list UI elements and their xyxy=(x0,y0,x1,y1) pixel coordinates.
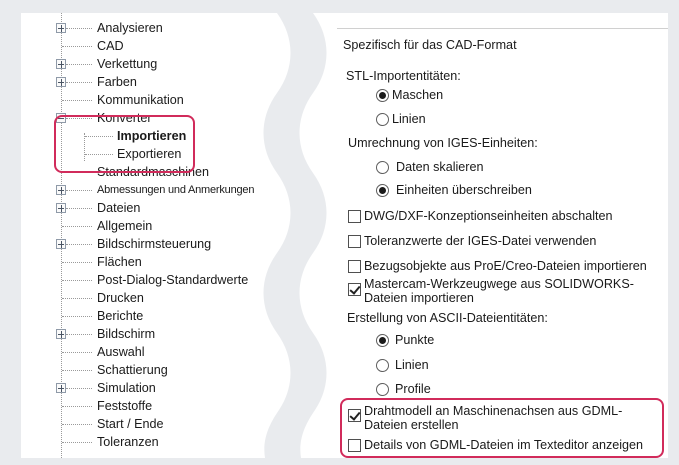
section-title: Spezifisch für das CAD-Format xyxy=(343,38,517,52)
tree-connector xyxy=(66,244,92,245)
tree-item-auswahl[interactable]: Auswahl xyxy=(97,343,145,361)
tree-connector xyxy=(62,370,92,371)
proe-creo-checkbox[interactable] xyxy=(348,260,361,273)
ascii-label: Erstellung von ASCII-Dateientitäten: xyxy=(347,311,548,325)
gdml-drahtmodell-label[interactable]: Drahtmodell an Maschinenachsen aus GDML- xyxy=(364,404,622,419)
expand-abmessungen-icon[interactable] xyxy=(56,185,66,195)
tree-connector xyxy=(66,334,92,335)
tree-item-flaechen[interactable]: Flächen xyxy=(97,253,142,271)
tree-item-drucken[interactable]: Drucken xyxy=(97,289,144,307)
tree-item-analysieren[interactable]: Analysieren xyxy=(97,19,163,37)
tree-item-standardmaschinen[interactable]: Standardmaschinen xyxy=(97,163,209,181)
stl-maschen-radio[interactable] xyxy=(376,89,389,102)
tree-connector xyxy=(62,442,92,443)
tree-connector xyxy=(62,298,92,299)
iges-toleranz-checkbox[interactable] xyxy=(348,235,361,248)
gdml-drahtmodell-label-line2[interactable]: Dateien erstellen xyxy=(364,418,459,433)
iges-daten-skalieren-label[interactable]: Daten skalieren xyxy=(396,160,484,175)
tree-item-importieren[interactable]: Importieren xyxy=(117,127,186,145)
tree-item-schattierung[interactable]: Schattierung xyxy=(97,361,168,379)
tree-item-toleranzen[interactable]: Toleranzen xyxy=(97,433,159,451)
tree-connector xyxy=(85,136,113,137)
tree-connector xyxy=(62,352,92,353)
tree-connector xyxy=(62,172,92,173)
tree-connector xyxy=(85,154,113,155)
tree-item-dateien[interactable]: Dateien xyxy=(97,199,140,217)
tree-item-verkettung[interactable]: Verkettung xyxy=(97,55,157,73)
tree-item-bildschirmsteuerung[interactable]: Bildschirmsteuerung xyxy=(97,235,211,253)
tree-connector xyxy=(66,388,92,389)
ascii-punkte-label[interactable]: Punkte xyxy=(395,333,434,348)
expand-bildschirm-icon[interactable] xyxy=(56,329,66,339)
tree-item-bildschirm[interactable]: Bildschirm xyxy=(97,325,155,343)
tree-item-feststoffe[interactable]: Feststoffe xyxy=(97,397,152,415)
stl-linien-label[interactable]: Linien xyxy=(392,112,426,127)
stl-maschen-label[interactable]: Maschen xyxy=(392,88,443,103)
collapse-konverter-icon[interactable] xyxy=(56,113,66,123)
tree-item-abmessungen[interactable]: Abmessungen und Anmerkungen xyxy=(97,181,254,199)
tree-connector xyxy=(66,64,92,65)
tree-branch-line xyxy=(84,133,85,161)
expand-dateien-icon[interactable] xyxy=(56,203,66,213)
group-border xyxy=(337,28,668,29)
iges-daten-skalieren-radio[interactable] xyxy=(376,161,389,174)
ascii-profile-label[interactable]: Profile xyxy=(395,382,431,397)
tree-item-kommunikation[interactable]: Kommunikation xyxy=(97,91,184,109)
expand-analysieren-icon[interactable] xyxy=(56,23,66,33)
iges-einheiten-radio[interactable] xyxy=(376,184,389,197)
tree-item-berichte[interactable]: Berichte xyxy=(97,307,143,325)
tree-item-start-ende[interactable]: Start / Ende xyxy=(97,415,164,433)
tree-connector xyxy=(62,262,92,263)
tree-connector xyxy=(62,424,92,425)
tree-connector xyxy=(62,280,92,281)
proe-creo-label[interactable]: Bezugsobjekte aus ProE/Creo-Dateien impo… xyxy=(364,259,647,274)
tree-connector xyxy=(66,190,92,191)
ascii-linien-radio[interactable] xyxy=(376,359,389,372)
solidworks-label-line2[interactable]: Dateien importieren xyxy=(364,291,474,306)
expand-verkettung-icon[interactable] xyxy=(56,59,66,69)
solidworks-label[interactable]: Mastercam-Werkzeugwege aus SOLIDWORKS- xyxy=(364,277,634,292)
tree-item-farben[interactable]: Farben xyxy=(97,73,137,91)
tree-item-cad[interactable]: CAD xyxy=(97,37,124,55)
tree-connector xyxy=(62,226,92,227)
import-settings-panel: Spezifisch für das CAD-Format STL-Import… xyxy=(321,13,668,458)
options-dialog: Analysieren CAD Verkettung Farben Kommun… xyxy=(21,13,668,458)
ascii-profile-radio[interactable] xyxy=(376,383,389,396)
tree-connector xyxy=(62,406,92,407)
tree-connector xyxy=(62,100,92,101)
tree-item-exportieren[interactable]: Exportieren xyxy=(117,145,181,163)
tree-item-simulation[interactable]: Simulation xyxy=(97,379,156,397)
gdml-details-checkbox[interactable] xyxy=(348,439,361,452)
stl-linien-radio[interactable] xyxy=(376,113,389,126)
gdml-details-label[interactable]: Details von GDML-Dateien im Texteditor a… xyxy=(364,438,643,453)
iges-toleranz-label[interactable]: Toleranzwerte der IGES-Datei verwenden xyxy=(364,234,596,249)
tree-connector xyxy=(66,82,92,83)
tree-connector xyxy=(62,46,92,47)
tree-connector xyxy=(66,208,92,209)
gdml-drahtmodell-checkbox[interactable] xyxy=(348,409,361,422)
expand-simulation-icon[interactable] xyxy=(56,383,66,393)
tree-connector xyxy=(66,118,92,119)
iges-label: Umrechnung von IGES-Einheiten: xyxy=(348,136,538,150)
tree-item-konverter[interactable]: Konverter xyxy=(97,109,152,127)
tree-item-allgemein[interactable]: Allgemein xyxy=(97,217,152,235)
expand-bildschirmsteuerung-icon[interactable] xyxy=(56,239,66,249)
tree-connector xyxy=(62,316,92,317)
dwg-dxf-label[interactable]: DWG/DXF-Konzeptionseinheiten abschalten xyxy=(364,209,613,224)
tree-item-post-dialog[interactable]: Post-Dialog-Standardwerte xyxy=(97,271,248,289)
stl-label: STL-Importentitäten: xyxy=(346,69,461,83)
dwg-dxf-checkbox[interactable] xyxy=(348,210,361,223)
tree-connector xyxy=(66,28,92,29)
ascii-linien-label[interactable]: Linien xyxy=(395,358,429,373)
ascii-punkte-radio[interactable] xyxy=(376,334,389,347)
solidworks-checkbox[interactable] xyxy=(348,283,361,296)
expand-farben-icon[interactable] xyxy=(56,77,66,87)
iges-einheiten-label[interactable]: Einheiten überschreiben xyxy=(396,183,532,198)
